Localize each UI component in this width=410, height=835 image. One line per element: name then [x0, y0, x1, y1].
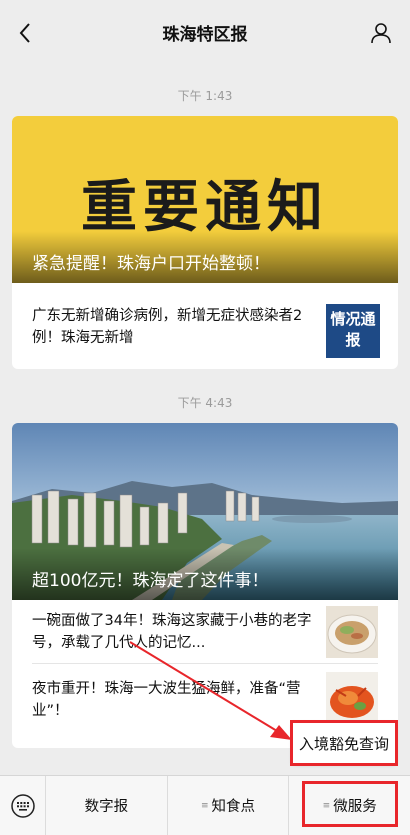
keyboard-icon — [10, 793, 35, 818]
person-icon — [371, 23, 391, 44]
menu-label: 知食点 — [211, 799, 256, 815]
hero-article[interactable]: 重要通知 紧急提醒！珠海户口开始整顿！ — [12, 116, 398, 283]
divider — [32, 663, 378, 664]
article-thumbnail — [326, 606, 378, 658]
menu-lines-icon: ≡ — [200, 800, 209, 811]
article-thumbnail: 情况通报 — [326, 304, 380, 358]
hero-article[interactable]: 超100亿元！珠海定了这件事！ — [12, 423, 398, 600]
menu-item-digital-paper[interactable]: 数字报 — [46, 775, 168, 835]
top-bar: 珠海特区报 — [0, 0, 410, 64]
noodle-dish-photo — [326, 606, 378, 658]
list-item[interactable]: 广东无新增确诊病例，新增无症状感染者2例！珠海无新增 情况通报 — [12, 283, 398, 369]
hero-caption: 超100亿元！珠海定了这件事！ — [12, 548, 398, 600]
menu-lines-icon: ≡ — [322, 800, 331, 811]
menu-label: 微服务 — [333, 799, 377, 815]
bottom-menu-bar: 数字报 ≡ 知食点 ≡ 微服务 — [0, 775, 410, 835]
menu-item-micro-service[interactable]: ≡ 微服务 — [289, 776, 410, 835]
seafood-photo — [326, 672, 378, 724]
popup-label: 入境豁免查询 — [298, 734, 389, 753]
list-item[interactable]: 一碗面做了34年！珠海这家藏于小巷的老字号，承载了几代人的记忆... — [12, 600, 398, 662]
chevron-left-icon — [19, 23, 30, 43]
article-thumbnail — [326, 672, 378, 724]
profile-button[interactable] — [366, 18, 396, 48]
article-title: 一碗面做了34年！珠海这家藏于小巷的老字号，承载了几代人的记忆... — [32, 613, 312, 651]
list-item[interactable]: 夜市重开！珠海一大波生猛海鲜，准备“营业”！ — [12, 668, 398, 730]
menu-item-food[interactable]: ≡ 知食点 — [168, 775, 290, 835]
message-timestamp: 下午 4:43 — [177, 396, 233, 410]
message-timestamp: 下午 1:43 — [177, 89, 233, 103]
article-card: 重要通知 紧急提醒！珠海户口开始整顿！ 广东无新增确诊病例，新增无症状感染者2例… — [12, 116, 398, 369]
page-title: 珠海特区报 — [162, 24, 248, 45]
submenu-popup-item[interactable]: 入境豁免查询 — [292, 722, 396, 764]
menu-label: 数字报 — [84, 799, 129, 815]
article-title: 广东无新增确诊病例，新增无症状感染者2例！珠海无新增 — [32, 308, 303, 346]
article-title: 夜市重开！珠海一大波生猛海鲜，准备“营业”！ — [32, 681, 301, 719]
back-button[interactable] — [10, 18, 40, 48]
keyboard-toggle-button[interactable] — [0, 775, 46, 835]
hero-caption: 紧急提醒！珠海户口开始整顿！ — [12, 231, 398, 283]
article-card: 超100亿元！珠海定了这件事！ 一碗面做了34年！珠海这家藏于小巷的老字号，承载… — [12, 423, 398, 748]
